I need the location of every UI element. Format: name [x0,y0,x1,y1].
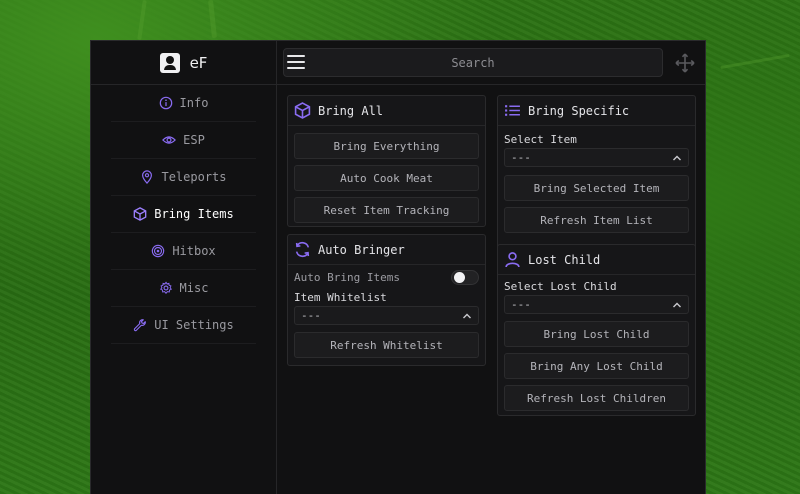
auto-bring-row: Auto Bring Items [288,270,485,285]
panel-header: Bring Specific [498,96,695,126]
sidebar-item-label: UI Settings [154,318,234,332]
grass-streak [208,0,217,39]
brand-header: eF [91,41,276,85]
target-icon [151,244,165,258]
sidebar-item-info[interactable]: Info [111,85,256,122]
cube-icon [133,207,147,221]
bring-everything-button[interactable]: Bring Everything [294,133,479,159]
map-pin-icon [140,170,154,184]
sidebar-item-teleports[interactable]: Teleports [111,159,256,196]
info-icon [159,96,173,110]
refresh-item-list-button[interactable]: Refresh Item List [504,207,689,233]
item-whitelist-label: Item Whitelist [294,291,387,304]
auto-bring-toggle[interactable] [451,270,479,285]
refresh-lost-children-button[interactable]: Refresh Lost Children [504,385,689,411]
sidebar-item-label: Hitbox [172,244,216,258]
toggle-knob [454,272,465,283]
hamburger-menu-icon[interactable] [287,55,305,71]
panel-title: Auto Bringer [318,242,405,257]
sidebar: eF Info ESP Teleports Bring Items Hitbox… [91,41,277,494]
sidebar-item-bring-items[interactable]: Bring Items [111,196,256,233]
sidebar-item-label: Bring Items [154,207,234,221]
search-input[interactable] [283,48,663,77]
sidebar-item-hitbox[interactable]: Hitbox [111,233,256,270]
move-icon[interactable] [675,53,695,73]
panel-bring-all: Bring All Bring Everything Auto Cook Mea… [287,95,486,227]
chevron-up-icon [673,155,681,160]
dropdown-value: --- [511,151,531,164]
sidebar-item-label: Misc [179,281,209,295]
chevron-up-icon [463,313,471,318]
panel-header: Lost Child [498,245,695,275]
item-whitelist-dropdown[interactable]: --- [294,306,479,325]
script-window: eF Info ESP Teleports Bring Items Hitbox… [90,40,706,494]
sidebar-item-misc[interactable]: Misc [111,270,256,307]
sidebar-item-label: ESP [183,133,205,147]
sidebar-nav: Info ESP Teleports Bring Items Hitbox Mi… [91,85,276,344]
top-bar [277,41,705,85]
bring-any-lost-child-button[interactable]: Bring Any Lost Child [504,353,689,379]
list-icon [505,105,520,116]
panel-header: Auto Bringer [288,235,485,265]
chevron-up-icon [673,302,681,307]
refresh-icon [295,241,310,258]
cube-icon [294,102,311,119]
reset-item-tracking-button[interactable]: Reset Item Tracking [294,197,479,223]
panel-header: Bring All [288,96,485,126]
sidebar-item-label: Teleports [161,170,227,184]
user-icon [159,52,180,73]
dropdown-value: --- [301,309,321,322]
bring-selected-item-button[interactable]: Bring Selected Item [504,175,689,201]
dropdown-value: --- [511,298,531,311]
wrench-icon [133,318,147,332]
eye-icon [162,133,177,147]
brand-name: eF [189,53,208,72]
auto-cook-meat-button[interactable]: Auto Cook Meat [294,165,479,191]
select-lost-child-label: Select Lost Child [504,280,617,293]
panel-lost-child: Lost Child Select Lost Child --- Bring L… [497,244,696,416]
panel-title: Lost Child [528,252,601,267]
sidebar-item-esp[interactable]: ESP [111,122,256,159]
bring-lost-child-button[interactable]: Bring Lost Child [504,321,689,347]
panel-auto-bringer: Auto Bringer Auto Bring Items Item White… [287,234,486,366]
user-icon [505,252,520,268]
select-item-label: Select Item [504,133,577,146]
gear-icon [159,281,173,295]
auto-bring-label: Auto Bring Items [294,271,400,284]
panel-title: Bring Specific [528,103,630,118]
sidebar-item-label: Info [179,96,209,110]
select-item-dropdown[interactable]: --- [504,148,689,167]
sidebar-item-ui-settings[interactable]: UI Settings [111,307,256,344]
grass-streak [137,0,147,41]
select-lost-child-dropdown[interactable]: --- [504,295,689,314]
panel-title: Bring All [318,103,384,118]
grass-streak [720,53,790,70]
refresh-whitelist-button[interactable]: Refresh Whitelist [294,332,479,358]
